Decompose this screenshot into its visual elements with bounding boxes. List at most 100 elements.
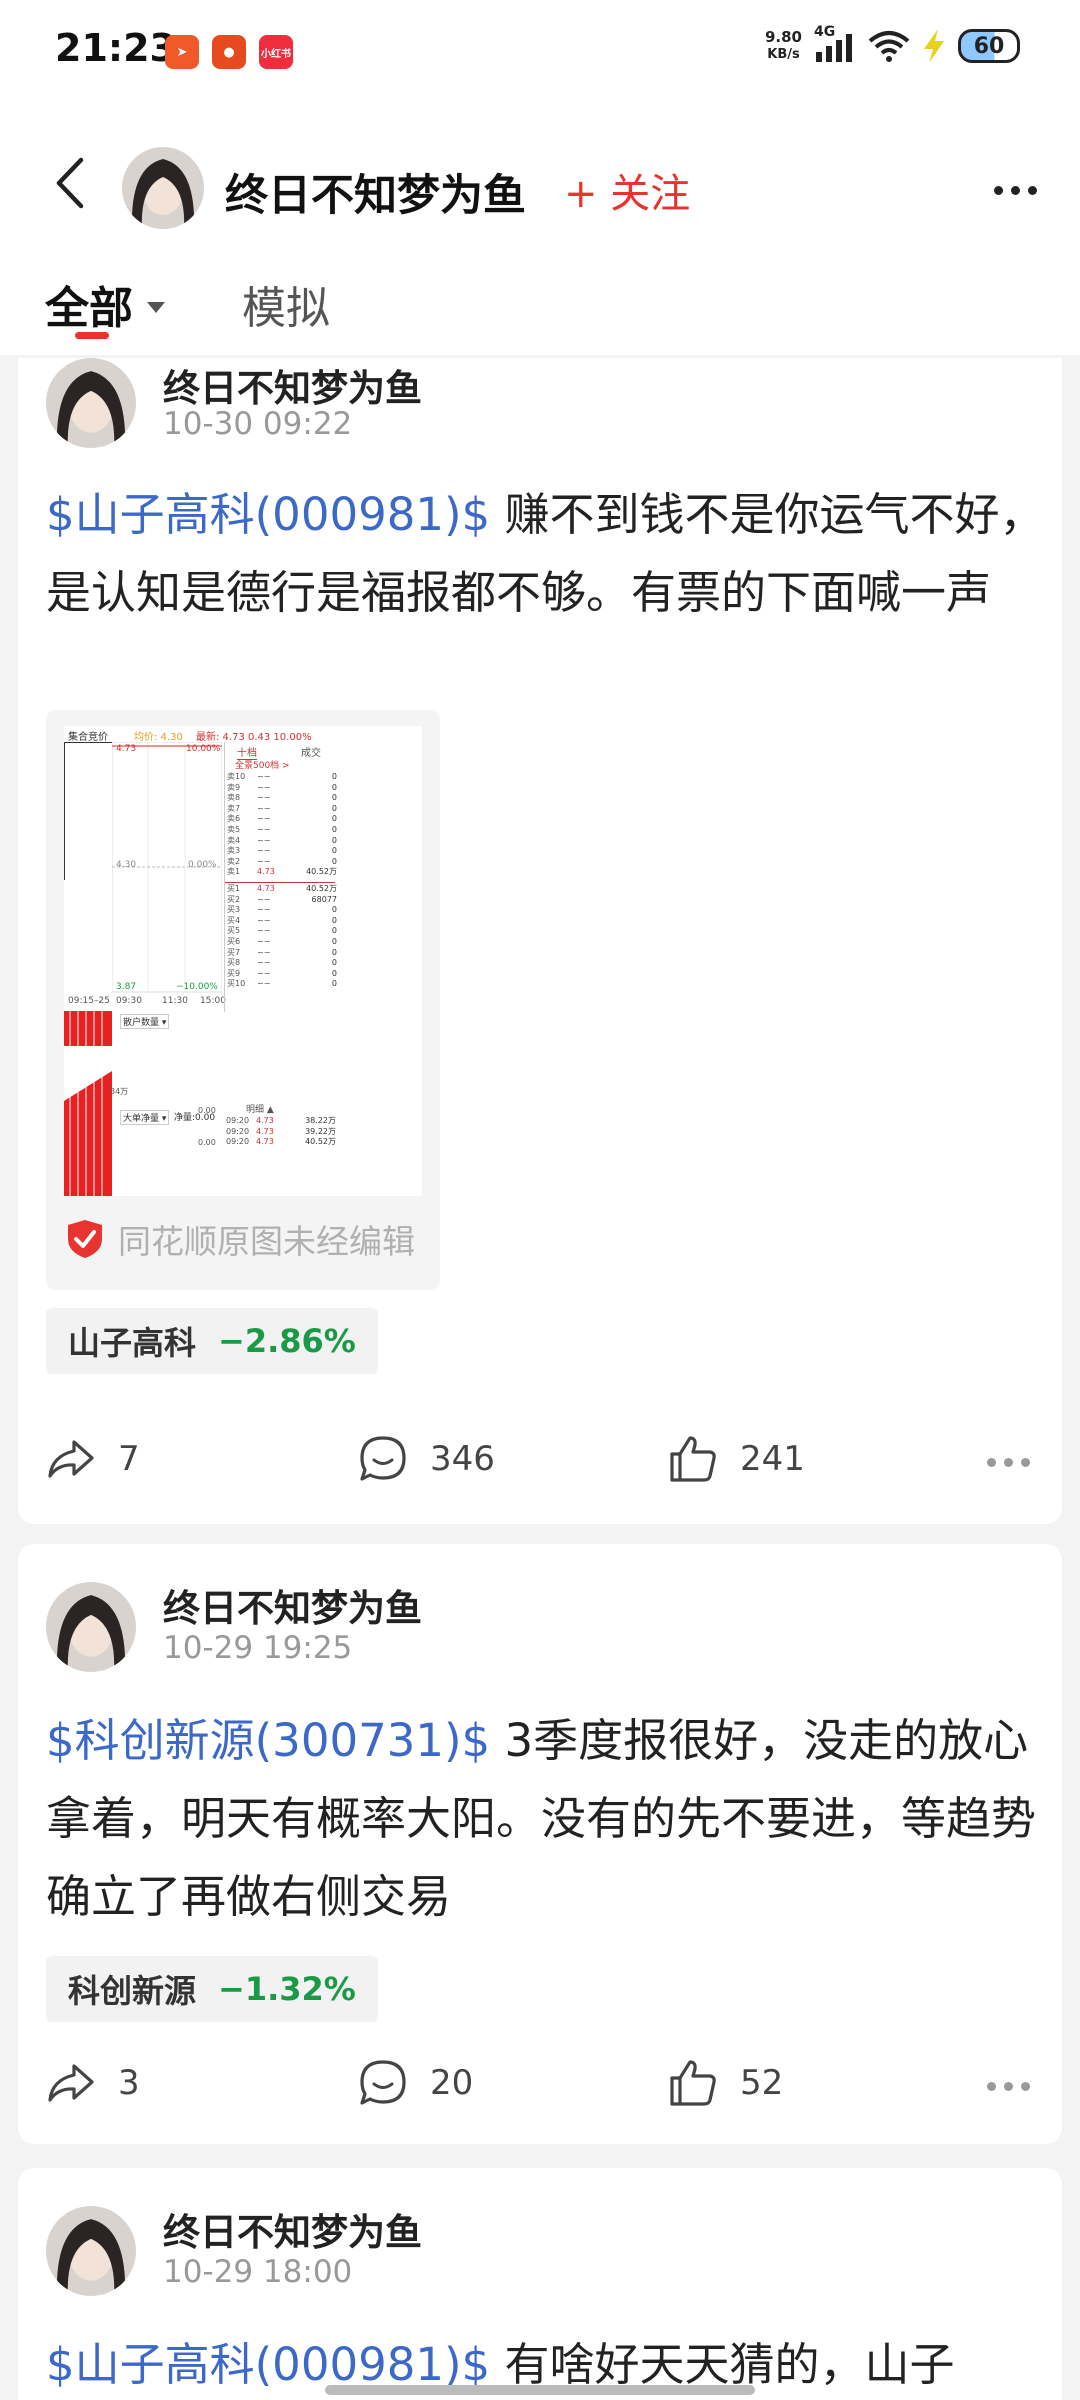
battery-icon: 60 (958, 29, 1020, 63)
comment-icon (360, 2060, 406, 2105)
post-card[interactable]: 终日不知梦为鱼 10-29 18:00 $山子高科(000981)$ 有啥好天天… (18, 2168, 1062, 2400)
back-button[interactable] (40, 153, 100, 213)
post-author[interactable]: 终日不知梦为鱼 (163, 358, 422, 412)
auction-volume-bars (64, 1011, 112, 1196)
author-avatar[interactable] (46, 358, 136, 448)
buy-order-price: −− (257, 936, 271, 946)
full-depth-link: 全景500档 > (235, 761, 290, 771)
sell-order-label: 卖5 (227, 824, 241, 834)
author-avatar[interactable] (46, 1582, 136, 1672)
post-card[interactable]: 终日不知梦为鱼 10-29 19:25 $科创新源(300731)$ 3季度报很… (18, 1544, 1062, 2144)
volume-axis-label: 34万 (110, 1087, 129, 1096)
buy-order-label: 买10 (227, 979, 246, 989)
stock-tag-change: −1.32% (218, 1970, 356, 2008)
thumbs-up-icon (670, 2060, 716, 2106)
trade-row: 09:20 4.73 40.52万 (226, 1137, 336, 1148)
tab-active-indicator (75, 332, 109, 339)
sell-order-volume: 0 (331, 782, 337, 792)
buy-order-price: −− (257, 915, 271, 925)
more-dot-icon (1021, 2081, 1030, 2091)
net-speed-value: 9.80 (764, 28, 802, 46)
stock-tag[interactable]: 科创新源 −1.32% (46, 1956, 378, 2022)
order-book: 十档 成交 全景500档 > 卖10 −− 0 卖9 −− 0 卖8 −− 0 卖7 −− 0 卖6 −−… (224, 742, 422, 1012)
caret-down-icon (147, 301, 165, 313)
stock-link[interactable]: $山子高科(000981)$ (46, 2338, 490, 2391)
status-time: 21:23 (55, 26, 176, 70)
watermark: 同花顺原图未经编辑 (66, 1215, 415, 1263)
sell-order-volume: 0 (331, 814, 337, 824)
pct-mid-label: 0.00% (188, 860, 217, 870)
post-content[interactable]: $科创新源(300731)$ 3季度报很好，没走的放心拿着，明天有概率大阳。没有… (46, 1702, 1046, 1936)
stock-tag[interactable]: 山子高科 −2.86% (46, 1308, 378, 1374)
avatar-image (122, 147, 204, 229)
time-end-label: 15:00 (200, 996, 226, 1006)
buy-order-label: 买5 (227, 926, 241, 936)
sell-order-row: 卖8 −− 0 (227, 793, 337, 804)
profile-header: 终日不知梦为鱼 + 关注 (0, 105, 1080, 260)
buy-order-volume: 0 (331, 905, 337, 915)
like-button[interactable]: 52 (666, 2056, 783, 2110)
home-indicator[interactable] (325, 2385, 755, 2395)
time-mid-label: 11:30 (162, 996, 188, 1006)
comment-button[interactable]: 346 (356, 1432, 495, 1486)
status-app-icons: ➤ ● 小红书 (165, 35, 293, 69)
sell-order-volume: 0 (331, 835, 337, 845)
trade-label: 09:20 (226, 1116, 250, 1125)
sell-order-row: 卖3 −− 0 (227, 846, 337, 857)
comment-button[interactable]: 20 (356, 2056, 473, 2110)
post-author[interactable]: 终日不知梦为鱼 (163, 1578, 422, 1632)
more-options-button[interactable] (980, 165, 1050, 215)
sell-order-row: 卖4 −− 0 (227, 836, 337, 847)
tab-bar: 全部 模拟 (0, 260, 1080, 355)
post-content[interactable]: $山子高科(000981)$ 赚不到钱不是你运气不好，是认知是德行是福报都不够。… (46, 476, 1046, 632)
buy-order-volume: 0 (331, 936, 337, 946)
profile-name: 终日不知梦为鱼 (225, 171, 526, 221)
avatar-image (46, 358, 136, 448)
order-book-tab-deal: 成交 (301, 748, 321, 759)
latest-price-label: 最新: 4.73 0.43 10.00% (196, 732, 312, 743)
sell-order-price: −− (257, 846, 271, 856)
order-book-divider (225, 882, 335, 883)
avatar[interactable] (122, 147, 204, 229)
more-dot-icon (987, 2081, 996, 2091)
sell-order-volume: 40.52万 (306, 867, 337, 877)
post-more-button[interactable] (987, 1432, 1030, 1492)
trade-label: 09:20 (226, 1126, 250, 1136)
trade-row: 09:20 4.73 39.22万 (226, 1127, 336, 1138)
buy-order-volume: 0 (331, 968, 337, 978)
time-start-label: 09:30 (116, 996, 142, 1006)
share-button[interactable]: 3 (44, 2056, 140, 2110)
buy-order-volume: 0 (331, 947, 337, 957)
detail-label: 明细 ▲ (246, 1105, 274, 1115)
stock-link[interactable]: $山子高科(000981)$ (46, 488, 490, 541)
buy-order-price: −− (257, 926, 271, 936)
buy-order-price: 4.73 (257, 884, 275, 893)
post-image[interactable]: 集合竞价 均价: 4.30 最新: 4.73 0.43 10.00% 09:15… (46, 710, 440, 1290)
trade-label: 09:20 (226, 1137, 250, 1147)
post-more-button[interactable] (987, 2056, 1030, 2116)
like-button[interactable]: 241 (666, 1432, 805, 1486)
sell-order-volume: 0 (331, 772, 337, 781)
post-actions: 7 346 241 (18, 1432, 1062, 1492)
share-button[interactable]: 7 (44, 1432, 140, 1486)
buy-order-price: −− (257, 958, 271, 968)
sell-order-price: −− (257, 814, 271, 824)
buy-order-row: 买5 −− 0 (227, 926, 337, 937)
author-avatar[interactable] (46, 2206, 136, 2296)
post-card[interactable]: 终日不知梦为鱼 10-30 09:22 $山子高科(000981)$ 赚不到钱不… (18, 358, 1062, 1524)
buy-order-volume: 40.52万 (306, 884, 337, 893)
buy-order-row: 买4 −− 0 (227, 916, 337, 927)
stock-link[interactable]: $科创新源(300731)$ (46, 1714, 490, 1767)
follow-button[interactable]: + 关注 (564, 161, 690, 219)
tab-simulation[interactable]: 模拟 (242, 272, 330, 336)
trade-volume: 38.22万 (305, 1116, 336, 1125)
tab-all[interactable]: 全部 (45, 272, 165, 336)
post-author[interactable]: 终日不知梦为鱼 (163, 2202, 422, 2256)
buy-order-label: 买6 (227, 936, 241, 946)
app-notification-icon: ➤ (165, 35, 199, 69)
buy-order-volume: 0 (331, 915, 337, 925)
thumbs-up-icon (670, 1436, 716, 1482)
charging-icon (924, 29, 944, 63)
sell-order-price: −− (257, 772, 271, 781)
buy-order-volume: 68077 (311, 894, 337, 904)
